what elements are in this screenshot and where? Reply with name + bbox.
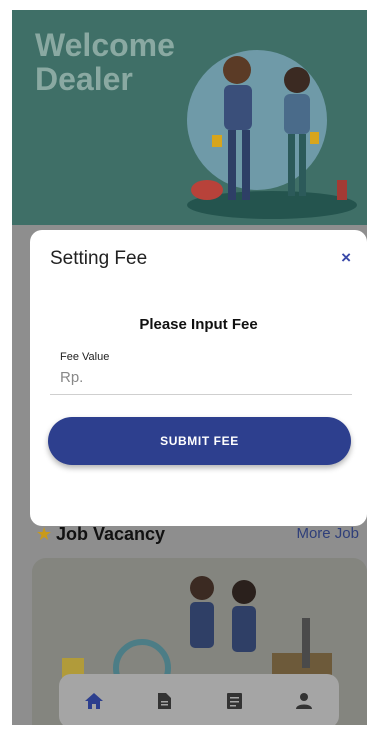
nav-profile[interactable]: [284, 681, 324, 721]
close-icon[interactable]: ×: [341, 248, 351, 268]
job-vacancy-header: ★ Job Vacancy More Job: [34, 522, 367, 552]
input-underline: [50, 394, 352, 395]
nav-list[interactable]: [214, 681, 254, 721]
cleaners-illustration: [187, 50, 357, 219]
bottom-navigation: [59, 674, 339, 725]
setting-fee-dialog: Setting Fee × Please Input Fee Fee Value…: [30, 230, 367, 526]
list-document-icon: [226, 693, 242, 709]
person-icon: [296, 693, 312, 709]
nav-home[interactable]: [74, 681, 114, 721]
more-job-link[interactable]: More Job: [296, 525, 359, 542]
nav-documents[interactable]: [144, 681, 184, 721]
welcome-title: Welcome Dealer: [35, 27, 175, 97]
dialog-subtitle: Please Input Fee: [139, 316, 258, 333]
welcome-banner: Welcome Dealer: [12, 10, 367, 225]
home-icon: [85, 693, 103, 709]
fee-value-input[interactable]: [60, 365, 350, 389]
fee-value-label: Fee Value: [60, 351, 110, 363]
job-vacancy-title: Job Vacancy: [56, 524, 166, 544]
document-icon: [157, 693, 171, 709]
dialog-title: Setting Fee: [50, 248, 148, 269]
submit-fee-button[interactable]: SUBMIT FEE: [48, 417, 351, 465]
star-icon: ★: [36, 524, 53, 544]
